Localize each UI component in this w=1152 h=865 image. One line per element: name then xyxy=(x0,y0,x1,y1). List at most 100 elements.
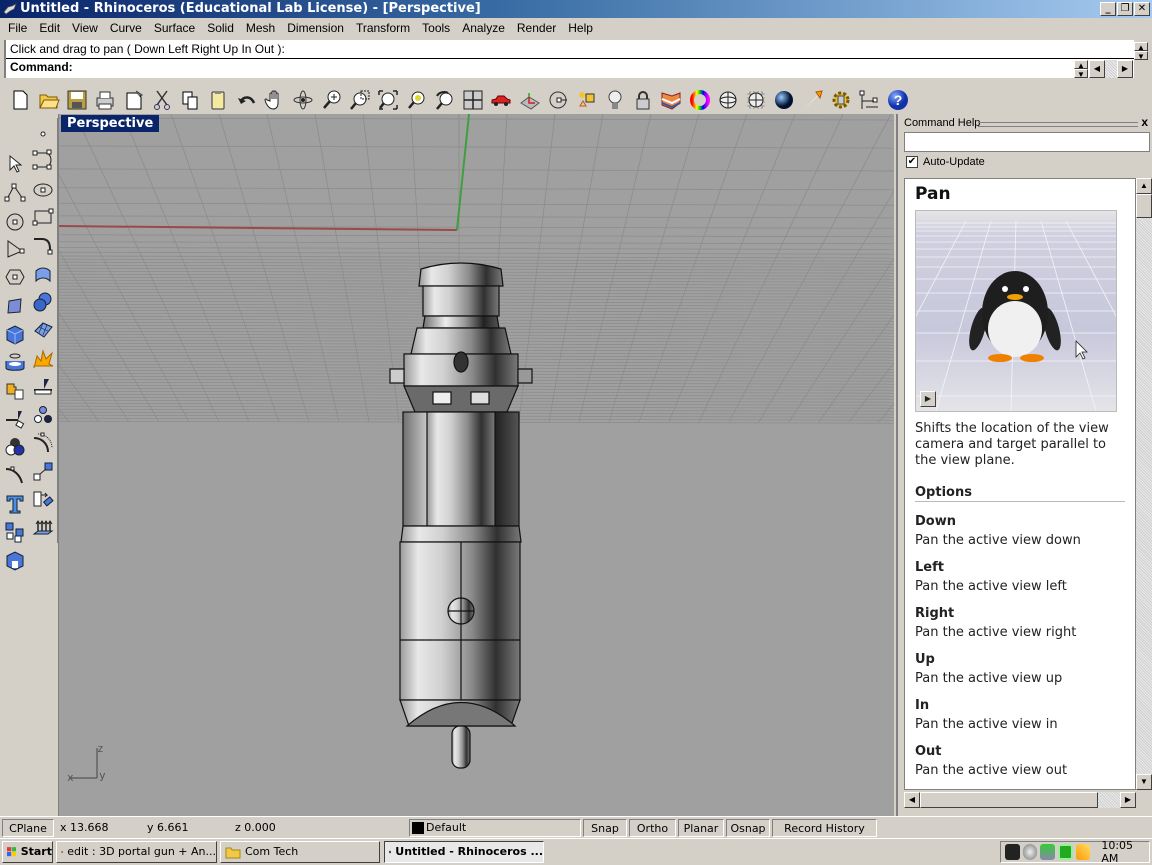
zoom-window-button[interactable] xyxy=(348,88,373,112)
array-button[interactable] xyxy=(30,401,56,429)
fillet-button[interactable] xyxy=(30,231,56,259)
offset-button[interactable] xyxy=(30,429,56,457)
menu-help[interactable]: Help xyxy=(562,21,599,35)
history-scroll-down[interactable]: ▼ xyxy=(1134,51,1148,61)
color-wheel-button[interactable] xyxy=(687,88,712,112)
taskbar-item-active[interactable]: Untitled - Rhinoceros ... xyxy=(384,841,544,863)
wireframe-view-button[interactable] xyxy=(715,88,740,112)
zoom-dynamic-button[interactable] xyxy=(319,88,344,112)
boolean-puzzle-button[interactable] xyxy=(2,376,28,404)
perspective-viewport[interactable]: Perspective z x y xyxy=(58,114,894,816)
taskbar-item[interactable]: Com Tech xyxy=(220,841,380,863)
group-button[interactable] xyxy=(2,518,28,546)
paste-button[interactable] xyxy=(206,88,231,112)
lock-button[interactable] xyxy=(631,88,656,112)
undo-button[interactable] xyxy=(234,88,259,112)
command-scroll-track[interactable] xyxy=(1105,60,1117,78)
zoom-selected-button[interactable] xyxy=(404,88,429,112)
cylinder-button[interactable] xyxy=(2,348,28,376)
close-button[interactable]: ✕ xyxy=(1134,2,1150,16)
layers-button[interactable] xyxy=(659,88,684,112)
menu-tools[interactable]: Tools xyxy=(416,21,456,35)
options-button[interactable] xyxy=(829,88,854,112)
cplane-button[interactable] xyxy=(546,88,571,112)
curve-button[interactable] xyxy=(30,146,56,174)
command-input[interactable] xyxy=(76,60,1056,76)
scroll-down-button[interactable]: ▼ xyxy=(1136,774,1152,790)
move-button[interactable] xyxy=(30,486,56,514)
help-search-input[interactable] xyxy=(904,132,1150,152)
car-button[interactable] xyxy=(489,88,514,112)
ellipse-button[interactable] xyxy=(30,175,56,203)
panel-close-button[interactable]: x xyxy=(1141,115,1148,129)
menu-view[interactable]: View xyxy=(66,21,104,35)
ortho-toggle[interactable]: Ortho xyxy=(629,819,676,837)
scroll-left-button[interactable]: ◀ xyxy=(904,792,920,808)
taskbar-item[interactable]: edit : 3D portal gun + An... xyxy=(56,841,217,863)
rectangle-button[interactable] xyxy=(30,203,56,231)
command-scroll-left[interactable]: ◀ xyxy=(1089,60,1105,78)
surface-from-points-button[interactable] xyxy=(2,291,28,319)
menu-transform[interactable]: Transform xyxy=(350,21,416,35)
play-animation-button[interactable]: ▶ xyxy=(920,391,936,407)
cplane-button[interactable]: CPlane xyxy=(2,819,54,837)
layer-selector[interactable]: Default xyxy=(409,819,581,837)
point-button[interactable] xyxy=(30,118,56,146)
menu-analyze[interactable]: Analyze xyxy=(456,21,511,35)
trim-button[interactable] xyxy=(2,405,28,433)
menu-surface[interactable]: Surface xyxy=(148,21,201,35)
new-button[interactable] xyxy=(8,88,33,112)
sphere-button[interactable] xyxy=(30,288,56,316)
planar-toggle[interactable]: Planar xyxy=(678,819,724,837)
rotate-view-button[interactable] xyxy=(291,88,316,112)
cut-button[interactable] xyxy=(149,88,174,112)
history-scroll-up[interactable]: ▲ xyxy=(1134,42,1148,52)
polyline-button[interactable] xyxy=(2,178,28,206)
copy-button[interactable] xyxy=(178,88,203,112)
rhino-tray-icon[interactable] xyxy=(1005,844,1020,860)
open-button[interactable] xyxy=(36,88,61,112)
solid-boolean-button[interactable] xyxy=(2,433,28,461)
scroll-up-button[interactable]: ▲ xyxy=(1136,178,1152,194)
mesh-button[interactable] xyxy=(30,316,56,344)
viewport-title[interactable]: Perspective xyxy=(61,115,160,132)
volume-icon[interactable] xyxy=(1022,844,1038,860)
rendered-view-button[interactable] xyxy=(772,88,797,112)
save-button[interactable] xyxy=(65,88,90,112)
menu-solid[interactable]: Solid xyxy=(201,21,240,35)
fillet-curve-button[interactable] xyxy=(2,461,28,489)
network-icon[interactable] xyxy=(1040,844,1055,860)
menu-curve[interactable]: Curve xyxy=(104,21,148,35)
help-horizontal-scrollbar[interactable]: ◀ ▶ xyxy=(904,792,1136,808)
circle-button[interactable] xyxy=(2,207,28,235)
box-button[interactable] xyxy=(2,320,28,348)
polygon-button[interactable] xyxy=(2,263,28,291)
ghosted-view-button[interactable] xyxy=(744,88,769,112)
auto-update-toggle[interactable]: ✔ Auto-Update xyxy=(906,156,985,168)
import-button[interactable] xyxy=(121,88,146,112)
object-properties-button[interactable] xyxy=(574,88,599,112)
panel-drag-grip[interactable] xyxy=(978,122,1138,127)
restore-button[interactable]: ❐ xyxy=(1117,2,1133,16)
scroll-right-button[interactable]: ▶ xyxy=(1120,792,1136,808)
snap-toggle[interactable]: Snap xyxy=(583,819,627,837)
menu-file[interactable]: File xyxy=(2,21,33,35)
zoom-extents-button[interactable] xyxy=(376,88,401,112)
arc-button[interactable] xyxy=(2,235,28,263)
command-scroll-right[interactable]: ▶ xyxy=(1117,60,1133,78)
block-button[interactable] xyxy=(2,546,28,574)
help-vertical-scrollbar[interactable]: ▲ ▼ xyxy=(1136,178,1152,790)
updates-icon[interactable] xyxy=(1075,844,1091,860)
extrude-arrows-button[interactable] xyxy=(30,514,56,542)
minimize-button[interactable]: _ xyxy=(1100,2,1116,16)
select-button[interactable] xyxy=(2,150,28,178)
pan-button[interactable] xyxy=(263,88,288,112)
menu-dimension[interactable]: Dimension xyxy=(281,21,350,35)
spotlight-button[interactable] xyxy=(800,88,825,112)
grid-snap-button[interactable] xyxy=(517,88,542,112)
help-button[interactable]: ? xyxy=(885,88,910,112)
light-button[interactable] xyxy=(602,88,627,112)
menu-edit[interactable]: Edit xyxy=(33,21,66,35)
auto-update-checkbox[interactable]: ✔ xyxy=(906,156,918,168)
scale-button[interactable] xyxy=(30,458,56,486)
